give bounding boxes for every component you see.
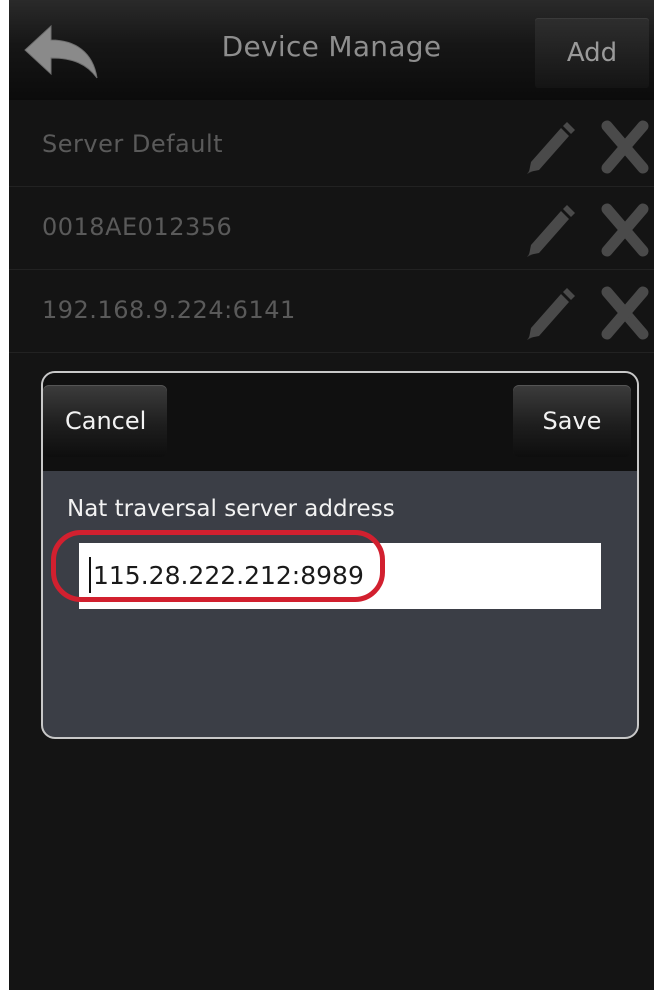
add-device-button[interactable]: Add (535, 18, 649, 88)
list-item[interactable]: 0018AE012356 (9, 187, 654, 270)
close-icon[interactable] (599, 201, 651, 259)
save-button[interactable]: Save (513, 385, 631, 457)
field-label: Nat traversal server address (67, 496, 395, 522)
list-item[interactable]: Server Default (9, 104, 654, 187)
close-icon[interactable] (599, 118, 651, 176)
device-name: 0018AE012356 (42, 213, 233, 241)
pencil-icon[interactable] (517, 116, 577, 176)
text-cursor (89, 557, 91, 593)
app-header: Device Manage Add (9, 0, 654, 100)
close-icon[interactable] (599, 284, 651, 342)
list-item[interactable]: 192.168.9.224:6141 (9, 270, 654, 353)
cancel-button[interactable]: Cancel (43, 385, 167, 457)
dialog-toolbar: Cancel Save (43, 373, 637, 471)
pencil-icon[interactable] (517, 282, 577, 342)
device-name: 192.168.9.224:6141 (42, 296, 296, 324)
server-address-input[interactable]: 115.28.222.212:8989 (79, 543, 601, 609)
server-address-dialog: Cancel Save Nat traversal server address… (41, 371, 639, 739)
device-manage-screen: Device Manage Add Server Default 0018AE0… (9, 0, 654, 990)
pencil-icon[interactable] (517, 199, 577, 259)
server-address-value: 115.28.222.212:8989 (93, 561, 364, 590)
device-name: Server Default (42, 130, 224, 158)
device-list: Server Default 0018AE012356 192.168.9.22… (9, 104, 654, 353)
